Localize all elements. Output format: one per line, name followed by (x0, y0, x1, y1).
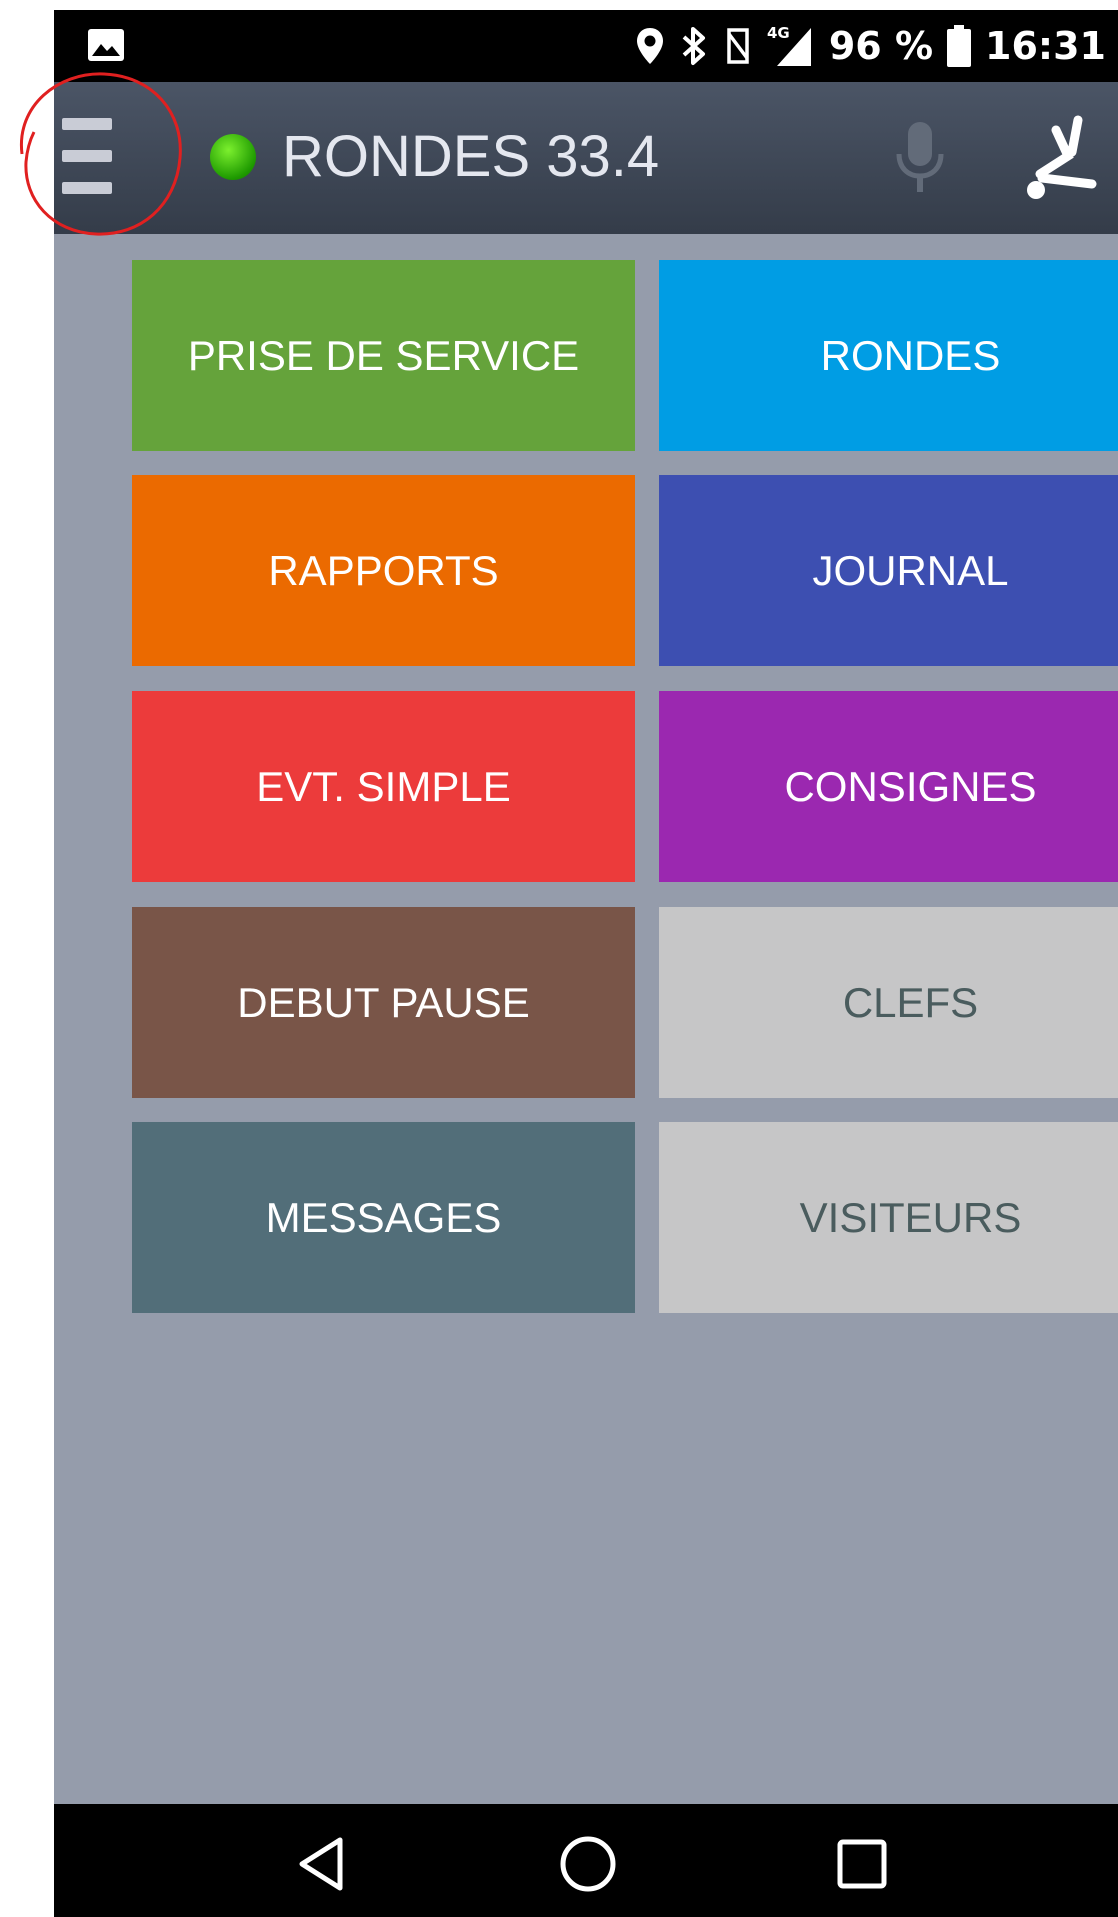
connection-status-dot (210, 134, 256, 180)
menu-icon (62, 118, 112, 130)
man-down-icon[interactable] (1020, 112, 1100, 208)
battery-icon (947, 25, 972, 67)
tile-label: DEBUT PAUSE (237, 978, 530, 1026)
tile-label: EVT. SIMPLE (256, 762, 511, 810)
tile-journal[interactable]: JOURNAL (659, 475, 1118, 666)
status-icons: 4G 96 % 16:31 (635, 10, 1106, 82)
tile-label: VISITEURS (799, 1193, 1022, 1241)
signal-icon: 4G (767, 24, 811, 66)
tile-label: PRISE DE SERVICE (187, 331, 580, 379)
tile-label: RAPPORTS (268, 546, 499, 594)
tile-messages[interactable]: MESSAGES (132, 1122, 635, 1313)
tile-label: CLEFS (842, 978, 979, 1026)
tile-label: RONDES (820, 331, 1001, 379)
nfc-icon (727, 28, 749, 64)
tile-debut-pause[interactable]: DEBUT PAUSE (132, 907, 635, 1098)
app-title: RONDES 33.4 (282, 124, 660, 189)
recents-icon[interactable] (832, 1834, 892, 1894)
status-bar: 4G 96 % 16:31 (54, 10, 1118, 82)
home-icon[interactable] (558, 1834, 618, 1894)
tile-label: MESSAGES (265, 1193, 502, 1241)
bluetooth-icon (682, 27, 705, 65)
app-bar: RONDES 33.4 (54, 82, 1118, 234)
tile-label: CONSIGNES (784, 762, 1037, 810)
phone-screen: 4G 96 % 16:31 RONDES 33.4 PRISE DE SERVI… (54, 10, 1118, 1917)
location-icon (636, 28, 663, 64)
tile-label: JOURNAL (812, 546, 1009, 594)
tile-rondes[interactable]: RONDES (659, 260, 1118, 451)
menu-icon-bar (62, 150, 112, 162)
battery-percent: 96 % (828, 24, 934, 68)
clock: 16:31 (985, 24, 1106, 68)
network-type: 4G (767, 24, 790, 42)
gallery-icon (88, 29, 124, 61)
tile-visiteurs[interactable]: VISITEURS (659, 1122, 1118, 1313)
menu-button[interactable] (62, 118, 120, 196)
menu-icon-bar (62, 182, 112, 194)
tile-rapports[interactable]: RAPPORTS (132, 475, 635, 666)
back-icon[interactable] (292, 1834, 352, 1894)
navigation-bar (54, 1804, 1118, 1917)
microphone-icon[interactable] (890, 118, 950, 198)
tile-prise-de-service[interactable]: PRISE DE SERVICE (132, 260, 635, 451)
tile-clefs[interactable]: CLEFS (659, 907, 1118, 1098)
tile-evt-simple[interactable]: EVT. SIMPLE (132, 691, 635, 882)
tile-consignes[interactable]: CONSIGNES (659, 691, 1118, 882)
